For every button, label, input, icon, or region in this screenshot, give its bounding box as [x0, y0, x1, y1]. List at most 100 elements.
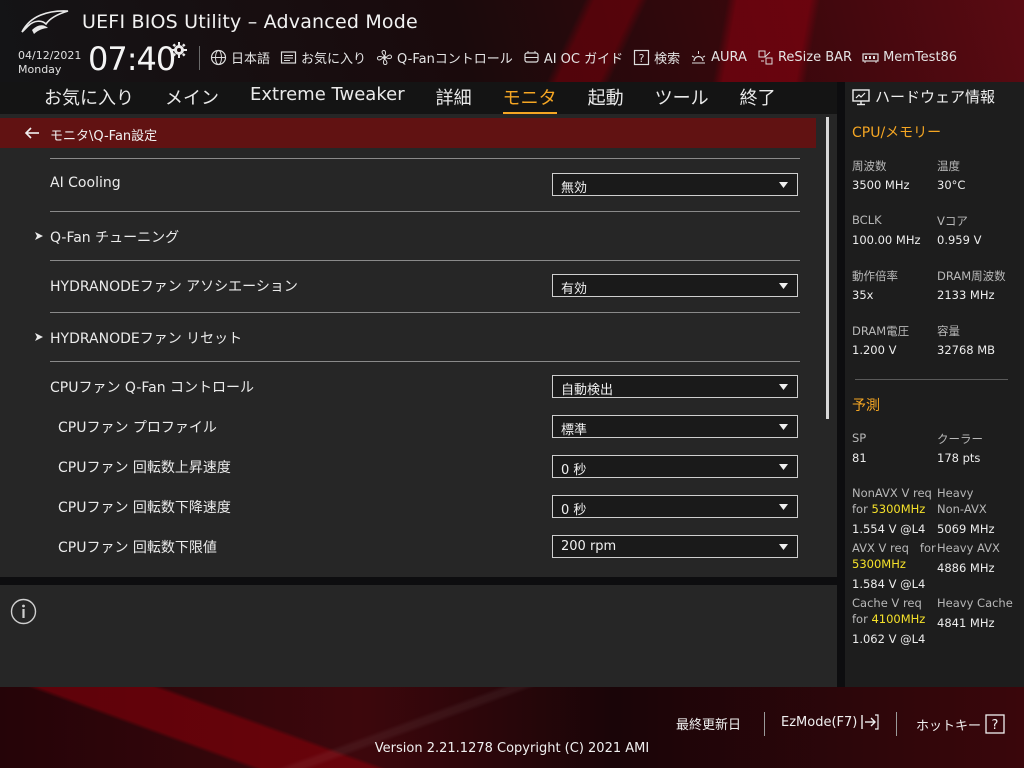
- fan-icon: [377, 49, 393, 65]
- cpu-fan-control-label: CPUファン Q-Fan コントロール: [50, 380, 255, 396]
- chevron-down-icon: [779, 544, 788, 550]
- ai-oc-guide-label: AI OC ガイド: [543, 51, 624, 67]
- tab-monitor[interactable]: モニタ: [502, 84, 557, 114]
- tab-advanced[interactable]: 詳細: [436, 84, 472, 114]
- cache-freq-value: 4100MHz: [871, 612, 926, 626]
- hydranode-assoc-label: HYDRANODEファン アソシエーション: [50, 279, 298, 295]
- cpu-fan-profile-value: 標準: [561, 423, 588, 438]
- memtest-icon: [862, 52, 879, 63]
- hotkeys-button[interactable]: ホットキー ?: [916, 714, 1005, 734]
- tab-exit[interactable]: 終了: [740, 84, 776, 114]
- cache-voltage-value: 1.062 V @L4: [852, 632, 926, 646]
- last-modified-button[interactable]: 最終更新日: [676, 714, 741, 733]
- svg-text:?: ?: [639, 52, 645, 65]
- ai-cooling-label: AI Cooling: [50, 175, 121, 191]
- separator: [50, 312, 800, 313]
- tab-tool[interactable]: ツール: [655, 84, 709, 114]
- nonavx-voltage-value: 1.554 V @L4: [852, 522, 926, 536]
- cpu-fan-step-down-value: 0 秒: [561, 503, 587, 518]
- cpu-fan-step-up-label: CPUファン 回転数上昇速度: [58, 460, 231, 476]
- qfan-control-button[interactable]: Q-Fanコントロール: [376, 48, 513, 67]
- hardware-monitor-header: ハードウェア情報: [852, 86, 995, 107]
- cpu-fan-step-down-dropdown[interactable]: 0 秒: [552, 495, 798, 518]
- resize-bar-icon: [758, 50, 773, 64]
- info-icon: [10, 598, 37, 625]
- cpu-temp-value: 30°C: [937, 178, 966, 192]
- sp-label: SP: [852, 431, 867, 445]
- language-label: 日本語: [231, 51, 271, 67]
- hydranode-reset-link[interactable]: HYDRANODEファン リセット: [50, 328, 242, 348]
- scrollbar[interactable]: [826, 117, 829, 419]
- tab-extreme-tweaker[interactable]: Extreme Tweaker: [250, 84, 405, 114]
- ezmode-button[interactable]: EzMode(F7): [781, 714, 879, 730]
- separator: [50, 260, 800, 261]
- ratio-value: 35x: [852, 288, 874, 302]
- aura-button[interactable]: AURA: [690, 49, 747, 66]
- capacity-label: 容量: [937, 324, 960, 338]
- cpu-fan-profile-dropdown[interactable]: 標準: [552, 415, 798, 438]
- cpu-fan-step-down-label: CPUファン 回転数下降速度: [58, 500, 231, 516]
- gear-icon[interactable]: [171, 42, 187, 58]
- hotkeys-label: ホットキー: [916, 718, 982, 734]
- sp-value: 81: [852, 451, 867, 465]
- cooler-value: 178 pts: [937, 451, 981, 465]
- clock[interactable]: 07:40: [88, 40, 176, 78]
- avx-req-label: AVX V req: [852, 541, 909, 555]
- qfan-tuning-link[interactable]: Q-Fan チューニング: [50, 227, 179, 247]
- aura-icon: [691, 50, 706, 63]
- chevron-down-icon: [779, 182, 788, 188]
- hydranode-assoc-dropdown[interactable]: 有効: [552, 274, 798, 297]
- tab-main[interactable]: メイン: [165, 84, 219, 114]
- cpu-fan-control-dropdown[interactable]: 自動検出: [552, 375, 798, 398]
- help-info-panel: [0, 585, 837, 687]
- footer-divider: [764, 712, 765, 736]
- cpu-fan-step-up-dropdown[interactable]: 0 秒: [552, 455, 798, 478]
- memtest-label: MemTest86: [883, 49, 958, 65]
- ezmode-label: EzMode(F7): [781, 714, 858, 730]
- hw-divider: [855, 379, 1008, 380]
- language-button[interactable]: 日本語: [210, 48, 270, 67]
- dram-freq-value: 2133 MHz: [937, 288, 995, 302]
- avx-for-text: for: [919, 541, 936, 555]
- search-label: 検索: [654, 51, 681, 67]
- qfan-control-label: Q-Fanコントロール: [397, 51, 513, 67]
- favorites-label: お気に入り: [301, 51, 367, 67]
- ai-oc-guide-button[interactable]: AI OC ガイド: [523, 48, 623, 67]
- nonavx-freq-value: 5300MHz: [871, 502, 926, 516]
- prediction-heading: 予測: [852, 398, 880, 414]
- cpu-frequency-value: 3500 MHz: [852, 178, 910, 192]
- date-display: 04/12/2021 Monday: [18, 49, 81, 77]
- nonavx-for-line: for 5300MHz: [852, 502, 925, 516]
- heavy-avx-value: 4886 MHz: [937, 561, 995, 575]
- globe-icon: [210, 49, 227, 65]
- ai-cooling-dropdown[interactable]: 無効: [552, 173, 798, 196]
- chevron-down-icon: [779, 424, 788, 430]
- vcore-value: 0.959 V: [937, 233, 982, 247]
- tab-favorites[interactable]: お気に入り: [44, 84, 134, 114]
- search-button[interactable]: ? 検索: [633, 48, 680, 67]
- memtest-button[interactable]: MemTest86: [862, 49, 957, 66]
- dram-voltage-value: 1.200 V: [852, 343, 897, 357]
- favorites-icon: [280, 50, 297, 64]
- capacity-value: 32768 MB: [937, 343, 996, 357]
- tab-boot[interactable]: 起動: [588, 84, 624, 114]
- resize-bar-button[interactable]: ReSize BAR: [757, 49, 852, 66]
- ratio-label: 動作倍率: [852, 269, 898, 283]
- back-arrow-icon[interactable]: [24, 125, 40, 141]
- header-divider: [199, 46, 200, 70]
- help-key-glyph: ?: [992, 718, 999, 733]
- app-title: UEFI BIOS Utility – Advanced Mode: [82, 11, 418, 33]
- favorites-button[interactable]: お気に入り: [280, 48, 366, 67]
- hydranode-assoc-value: 有効: [561, 282, 588, 297]
- cpu-fan-lower-limit-dropdown[interactable]: 200 rpm: [552, 535, 798, 558]
- chevron-down-icon: [779, 283, 788, 289]
- dram-voltage-label: DRAM電圧: [852, 324, 910, 338]
- nonavx-req-label: NonAVX V req: [852, 486, 932, 500]
- separator: [50, 158, 800, 159]
- avx-req-line: AVX V req for: [852, 541, 936, 555]
- cpu-fan-control-value: 自動検出: [561, 383, 614, 398]
- ai-cooling-value: 無効: [561, 181, 588, 196]
- heavy-cache-value: 4841 MHz: [937, 616, 995, 630]
- version-text: Version 2.21.1278 Copyright (C) 2021 AMI: [374, 741, 650, 756]
- bclk-value: 100.00 MHz: [852, 233, 921, 247]
